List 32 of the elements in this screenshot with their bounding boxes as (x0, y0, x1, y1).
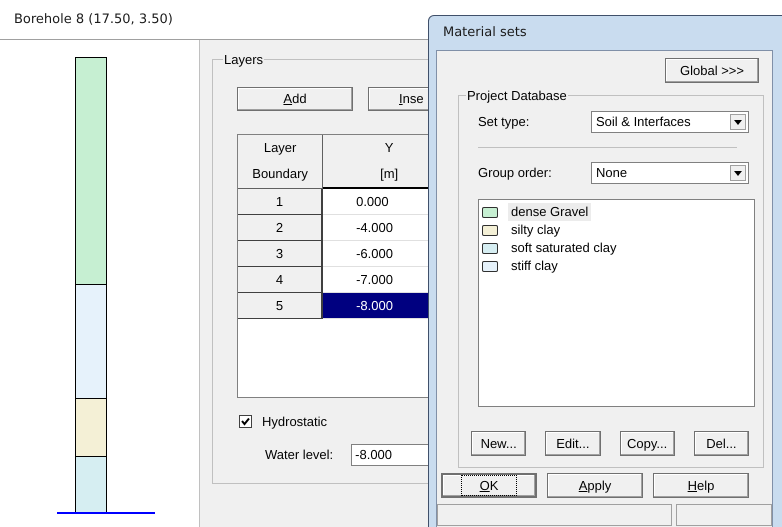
dialog-button[interactable]: Help (653, 473, 749, 498)
table-cell: 3 (238, 241, 324, 267)
material-item[interactable]: dense Gravel (508, 203, 592, 221)
field-label: Water level: (265, 446, 334, 464)
caret-icon (730, 114, 746, 130)
field-label: Set type: (478, 113, 530, 132)
column-header: Layer Boundary (238, 135, 324, 189)
list-button[interactable]: Edit... (545, 431, 600, 456)
list-button[interactable]: Copy... (620, 431, 675, 456)
group-title: Layers (223, 52, 264, 67)
table-cell: 2 (238, 215, 324, 241)
table-cell: 1 (238, 189, 324, 215)
global-button[interactable]: Global >>> (665, 58, 759, 83)
material-item[interactable]: silty clay (508, 221, 564, 239)
checkbox-label: Hydrostatic (262, 413, 328, 431)
window-title: Borehole 8 (17.50, 3.50) (14, 10, 173, 29)
set-type-dropdown[interactable]: Soil & Interfaces (591, 111, 749, 133)
caret-icon (730, 165, 746, 181)
list-button[interactable]: New... (471, 431, 526, 456)
dialog-button[interactable]: Apply (547, 473, 643, 498)
group-order-dropdown[interactable]: None (591, 162, 749, 184)
group-title: Project Database (466, 88, 568, 103)
table-cell: 5 (238, 293, 324, 319)
add-button[interactable]: Add (237, 87, 353, 111)
dialog-title: Material sets (443, 24, 527, 42)
list-button[interactable]: Del... (694, 431, 749, 456)
material-item[interactable]: soft saturated clay (508, 239, 620, 257)
table-cell: 4 (238, 267, 324, 293)
field-label: Group order: (478, 164, 553, 182)
dialog-button[interactable]: OK (441, 473, 537, 498)
hydrostatic-checkbox[interactable] (239, 415, 252, 428)
material-item[interactable]: stiff clay (508, 257, 561, 275)
